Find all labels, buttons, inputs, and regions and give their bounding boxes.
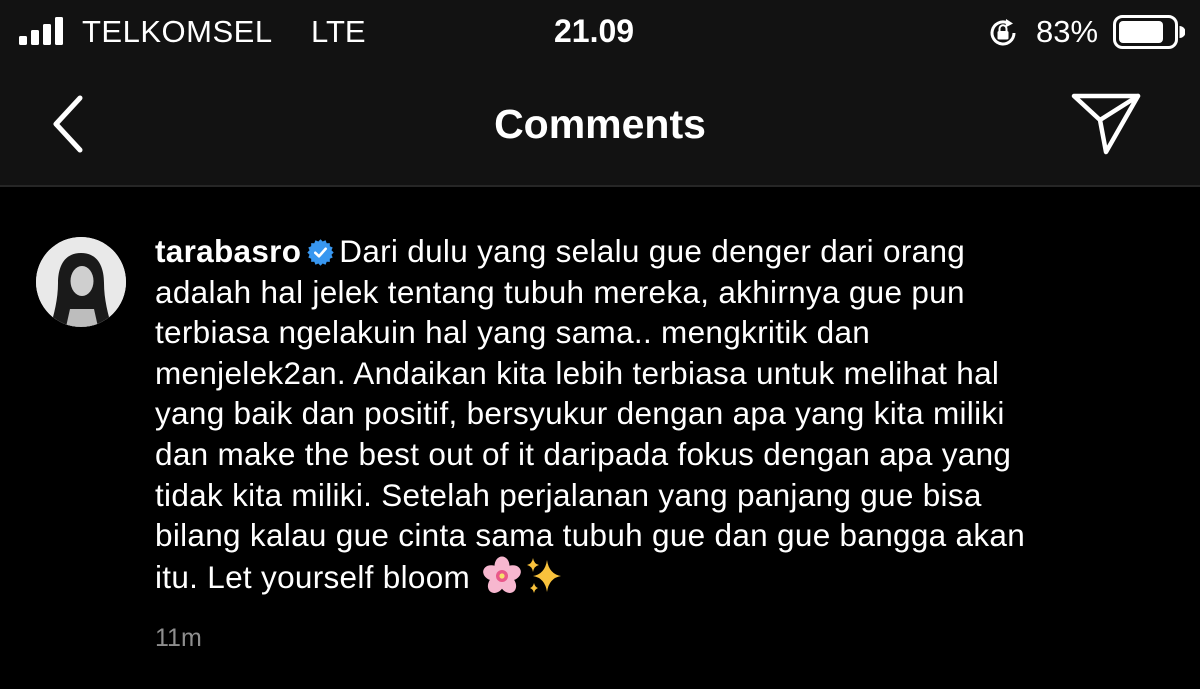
comment-line: dan make the best out of it daripada fok… — [155, 435, 1012, 472]
comment-line: itu. Let yourself bloom — [155, 556, 1165, 598]
orientation-lock-icon — [990, 19, 1016, 46]
comment-line: tarabasro Dari dulu yang selalu gue denge… — [155, 231, 1165, 272]
status-time: 21.09 — [554, 13, 635, 49]
comment-line-text: itu. Let yourself bloom — [155, 558, 471, 595]
battery-icon — [1113, 15, 1185, 49]
comment-text: tarabasro Dari dulu yang selalu gue denge… — [155, 231, 1165, 597]
signal-bars-icon — [19, 17, 63, 45]
comment-line: tidak kita miliki. Setelah perjalanan ya… — [155, 476, 982, 513]
direct-share-icon[interactable] — [1064, 90, 1148, 158]
back-chevron-icon[interactable] — [40, 92, 100, 156]
battery-percentage: 83% — [1036, 14, 1099, 49]
comment-line: menjelek2an. Andaikan kita lebih terbias… — [155, 354, 1000, 391]
status-bar: TELKOMSEL LTE 21.09 83% — [0, 0, 1200, 64]
sparkles-emoji — [527, 557, 562, 593]
navigation-header: Comments — [0, 64, 1200, 185]
page-title: Comments — [494, 101, 706, 147]
verified-badge-icon — [307, 239, 334, 266]
comment-username[interactable]: tarabasro — [155, 233, 301, 269]
avatar[interactable] — [36, 237, 126, 327]
caption-comment: tarabasro Dari dulu yang selalu gue denge… — [0, 187, 1200, 689]
carrier-name: TELKOMSEL — [82, 14, 273, 49]
comment-line: terbiasa ngelakuin hal yang sama.. mengk… — [155, 314, 871, 351]
comment-line-text: Dari dulu yang selalu gue denger dari or… — [339, 233, 966, 269]
cherry-blossom-emoji — [483, 556, 521, 593]
avatar-photo — [36, 237, 126, 327]
comment-timestamp: 11m — [155, 624, 202, 652]
comment-line: yang baik dan positif, bersyukur dengan … — [155, 395, 1005, 432]
comment-line: bilang kalau gue cinta sama tubuh gue da… — [155, 517, 1026, 554]
network-type: LTE — [311, 14, 366, 49]
comment-line: adalah hal jelek tentang tubuh mereka, a… — [155, 273, 965, 310]
